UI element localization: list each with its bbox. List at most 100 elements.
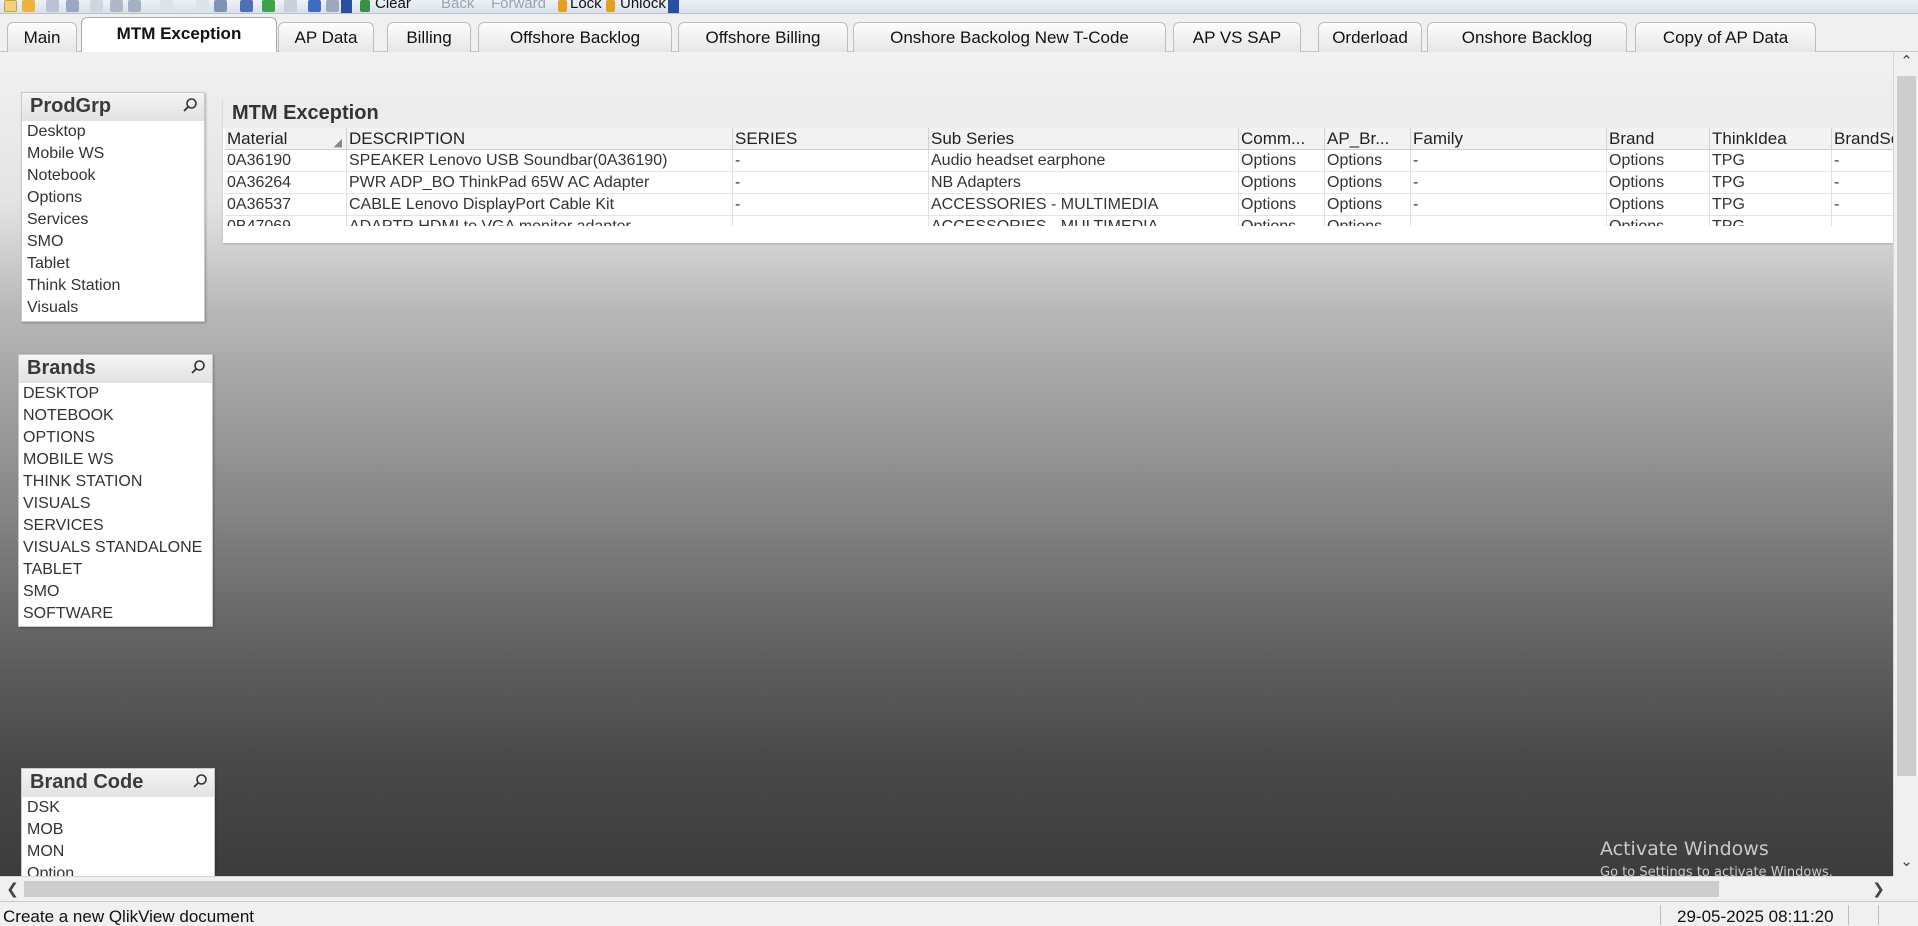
tab-offshore-backlog[interactable]: Offshore Backlog bbox=[478, 22, 672, 52]
tab-mtm-exception[interactable]: MTM Exception bbox=[81, 17, 277, 53]
horizontal-scrollbar[interactable]: ❮ ❯ bbox=[0, 876, 1893, 901]
table-cell: TPG bbox=[1709, 194, 1831, 216]
table-cell: PWR ADP_BO ThinkPad 65W AC Adapter bbox=[346, 172, 732, 194]
list-item[interactable]: Notebook bbox=[23, 165, 204, 187]
help-icon[interactable] bbox=[308, 0, 321, 12]
status-divider bbox=[1848, 905, 1849, 925]
list-item[interactable]: TABLET bbox=[19, 559, 212, 581]
tab-main[interactable]: Main bbox=[7, 22, 77, 52]
brand-code-caption[interactable]: Brand Code bbox=[22, 769, 214, 797]
list-item[interactable]: MON bbox=[23, 841, 214, 863]
magnifier-icon[interactable] bbox=[190, 359, 206, 375]
list-item[interactable]: MOBILE WS bbox=[19, 449, 212, 471]
tab-orderload[interactable]: Orderload bbox=[1318, 22, 1422, 52]
tab-onshore-backlog[interactable]: Onshore Backlog bbox=[1427, 22, 1627, 52]
list-item[interactable]: OPTIONS bbox=[19, 427, 212, 449]
column-header-ap-br[interactable]: AP_Br... bbox=[1324, 128, 1410, 150]
clear-button[interactable]: Clear bbox=[375, 0, 411, 12]
activate-windows-watermark: Activate Windows Go to Settings to activ… bbox=[1600, 838, 1833, 876]
table-cell: - bbox=[1831, 216, 1893, 226]
unlock-button[interactable]: Unlock bbox=[620, 0, 666, 12]
table-cell: Audio headset earphone bbox=[928, 150, 1238, 172]
list-item[interactable]: SMO bbox=[23, 231, 204, 253]
cut-icon[interactable] bbox=[90, 0, 103, 12]
vertical-scrollbar[interactable]: ⌃ ⌄ bbox=[1893, 52, 1918, 876]
list-item[interactable]: Tablet bbox=[23, 253, 204, 275]
tab-ap-data[interactable]: AP Data bbox=[278, 22, 374, 52]
list-item[interactable]: NOTEBOOK bbox=[19, 405, 212, 427]
list-item[interactable]: DESKTOP bbox=[19, 383, 212, 405]
copy-icon[interactable] bbox=[110, 0, 123, 12]
tab-onshore-backolog-new-t-code[interactable]: Onshore Backolog New T-Code bbox=[853, 22, 1166, 52]
column-header-brand[interactable]: Brand bbox=[1606, 128, 1709, 150]
open-folder-icon[interactable] bbox=[22, 0, 35, 12]
list-item[interactable]: Option bbox=[23, 863, 214, 876]
bookmark-icon[interactable] bbox=[262, 0, 275, 12]
layout-icon[interactable] bbox=[214, 0, 227, 12]
toolbar-overflow-button[interactable] bbox=[341, 0, 352, 13]
list-item[interactable]: VISUALS STANDALONE bbox=[19, 537, 212, 559]
list-item[interactable]: VISUALS bbox=[19, 493, 212, 515]
forward-button[interactable]: Forward bbox=[491, 0, 546, 12]
magnifier-icon[interactable] bbox=[182, 97, 198, 113]
chevron-down-icon[interactable]: ⌄ bbox=[1894, 852, 1918, 870]
status-bar: Create a new QlikView document 29-05-202… bbox=[0, 901, 1918, 926]
list-item[interactable]: MOB bbox=[23, 819, 214, 841]
chart-icon[interactable] bbox=[240, 0, 253, 12]
list-item[interactable]: SOFTWARE bbox=[19, 603, 212, 625]
column-header-description[interactable]: DESCRIPTION bbox=[346, 128, 732, 150]
chevron-left-icon[interactable]: ❮ bbox=[0, 880, 25, 898]
table-caption[interactable]: MTM Exception bbox=[223, 98, 1893, 128]
column-header-family[interactable]: Family bbox=[1410, 128, 1606, 150]
vertical-scrollbar-thumb[interactable] bbox=[1897, 76, 1916, 776]
save-icon[interactable] bbox=[46, 0, 59, 12]
column-header-comm[interactable]: Comm... bbox=[1238, 128, 1324, 150]
prodgrp-caption[interactable]: ProdGrp bbox=[22, 93, 204, 121]
column-header-sub-series[interactable]: Sub Series bbox=[928, 128, 1238, 150]
print-icon[interactable] bbox=[66, 0, 79, 12]
table-row[interactable]: 0A36537 CABLE Lenovo DisplayPort Cable K… bbox=[225, 194, 1893, 216]
list-item[interactable]: Mobile WS bbox=[23, 143, 204, 165]
column-header-material[interactable]: Material ◢ bbox=[225, 128, 346, 150]
tab-offshore-billing[interactable]: Offshore Billing bbox=[678, 22, 848, 52]
settings-icon[interactable] bbox=[326, 0, 339, 12]
list-item[interactable]: THINK STATION bbox=[19, 471, 212, 493]
list-item[interactable]: Desktop bbox=[23, 121, 204, 143]
back-button[interactable]: Back bbox=[441, 0, 474, 12]
list-item[interactable]: SERVICES bbox=[19, 515, 212, 537]
brands-item-list: DESKTOP NOTEBOOK OPTIONS MOBILE WS THINK… bbox=[19, 383, 212, 625]
column-header-brandse[interactable]: BrandSe bbox=[1831, 128, 1893, 150]
tab-ap-vs-sap[interactable]: AP VS SAP bbox=[1173, 22, 1301, 52]
table-row[interactable]: 0B47069 ADAPTR HDMI to VGA monitor adapt… bbox=[225, 216, 1893, 226]
toolbar: Clear Back Forward Lock Unlock bbox=[0, 0, 1918, 14]
sheet-tab-bar: Main MTM Exception AP Data Billing Offsh… bbox=[0, 14, 1918, 53]
lock-button[interactable]: Lock bbox=[570, 0, 602, 12]
search-object-icon[interactable] bbox=[284, 0, 297, 12]
list-item[interactable]: Think Station bbox=[23, 275, 204, 297]
lock-icon bbox=[558, 0, 567, 12]
brands-caption[interactable]: Brands bbox=[19, 355, 212, 383]
redo-icon[interactable] bbox=[196, 0, 209, 12]
undo-icon[interactable] bbox=[160, 0, 173, 12]
list-item[interactable]: DSK bbox=[23, 797, 214, 819]
table-row[interactable]: 0A36190 SPEAKER Lenovo USB Soundbar(0A36… bbox=[225, 150, 1893, 172]
tab-billing[interactable]: Billing bbox=[387, 22, 471, 52]
toolbar-overflow-button-2[interactable] bbox=[668, 0, 679, 13]
list-item[interactable]: Services bbox=[23, 209, 204, 231]
column-header-thinkidea[interactable]: ThinkIdea bbox=[1709, 128, 1831, 150]
new-document-icon[interactable] bbox=[4, 0, 17, 12]
list-item[interactable]: Options bbox=[23, 187, 204, 209]
list-item[interactable]: SMO bbox=[19, 581, 212, 603]
table-cell: - bbox=[1831, 150, 1893, 172]
chevron-up-icon[interactable]: ⌃ bbox=[1894, 52, 1918, 70]
data-table: Material ◢ DESCRIPTION SERIES Sub Series … bbox=[225, 128, 1893, 226]
paste-icon[interactable] bbox=[128, 0, 141, 12]
list-item[interactable]: Visuals bbox=[23, 297, 204, 319]
brand-code-item-list: DSK MOB MON Option bbox=[22, 797, 214, 876]
chevron-right-icon[interactable]: ❯ bbox=[1866, 880, 1891, 898]
horizontal-scrollbar-thumb[interactable] bbox=[24, 881, 1719, 897]
magnifier-icon[interactable] bbox=[192, 773, 208, 789]
column-header-series[interactable]: SERIES bbox=[732, 128, 928, 150]
table-row[interactable]: 0A36264 PWR ADP_BO ThinkPad 65W AC Adapt… bbox=[225, 172, 1893, 194]
tab-copy-of-ap-data[interactable]: Copy of AP Data bbox=[1635, 22, 1816, 52]
